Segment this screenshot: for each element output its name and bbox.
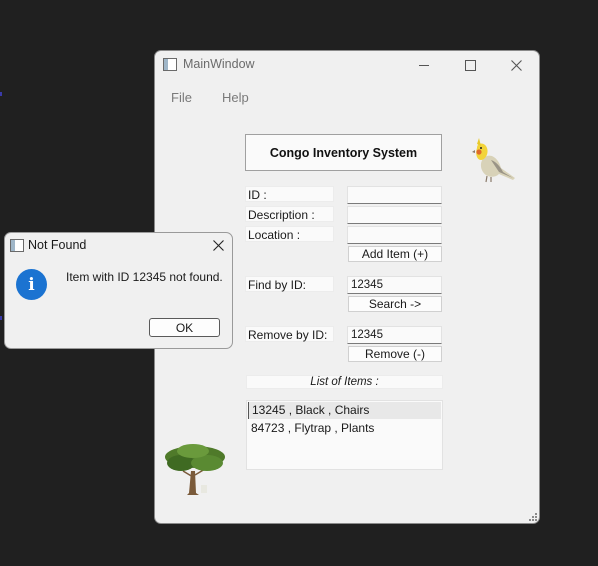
close-button[interactable] — [493, 51, 539, 79]
find-by-id-label: Find by ID: — [245, 276, 334, 292]
desktop-edge-mark — [0, 92, 2, 96]
add-item-button[interactable]: Add Item (+) — [348, 246, 442, 262]
not-found-dialog: Not Found i Item with ID 12345 not found… — [4, 232, 233, 349]
app-icon — [10, 239, 24, 252]
dialog-message: Item with ID 12345 not found. — [66, 270, 223, 284]
id-label: ID : — [245, 186, 334, 202]
app-title-button[interactable]: Congo Inventory System — [245, 134, 442, 171]
window-title: MainWindow — [183, 57, 255, 71]
find-id-input[interactable]: 12345 — [347, 276, 442, 294]
menu-file[interactable]: File — [171, 90, 192, 105]
remove-id-input[interactable]: 12345 — [347, 326, 442, 344]
list-item[interactable]: 84723 , Flytrap , Plants — [248, 420, 441, 437]
desktop-edge-mark — [0, 316, 2, 320]
location-input[interactable] — [347, 226, 442, 244]
minimize-button[interactable] — [401, 51, 447, 79]
close-icon — [212, 239, 224, 251]
close-icon — [510, 59, 522, 71]
description-label: Description : — [245, 206, 334, 222]
minimize-icon — [419, 64, 429, 66]
remove-button[interactable]: Remove (-) — [348, 346, 442, 362]
dialog-title: Not Found — [28, 238, 87, 252]
resize-grip-icon[interactable] — [529, 513, 537, 521]
cockatiel-image — [472, 138, 515, 183]
titlebar[interactable]: MainWindow — [155, 51, 539, 79]
location-label: Location : — [245, 226, 334, 242]
menubar: File Help — [155, 87, 539, 109]
search-button[interactable]: Search -> — [348, 296, 442, 312]
app-icon — [163, 58, 177, 71]
ok-button[interactable]: OK — [149, 318, 220, 337]
info-icon: i — [16, 269, 47, 300]
remove-by-id-label: Remove by ID: — [245, 326, 334, 342]
maximize-button[interactable] — [447, 51, 493, 79]
id-input[interactable] — [347, 186, 442, 204]
items-list[interactable]: 13245 , Black , Chairs 84723 , Flytrap ,… — [246, 400, 443, 470]
list-of-items-label: List of Items : — [246, 375, 443, 389]
maximize-icon — [464, 59, 476, 71]
dialog-close-button[interactable] — [209, 236, 227, 254]
list-item[interactable]: 13245 , Black , Chairs — [248, 402, 441, 419]
tree-image — [165, 444, 225, 495]
menu-help[interactable]: Help — [222, 90, 249, 105]
description-input[interactable] — [347, 206, 442, 224]
